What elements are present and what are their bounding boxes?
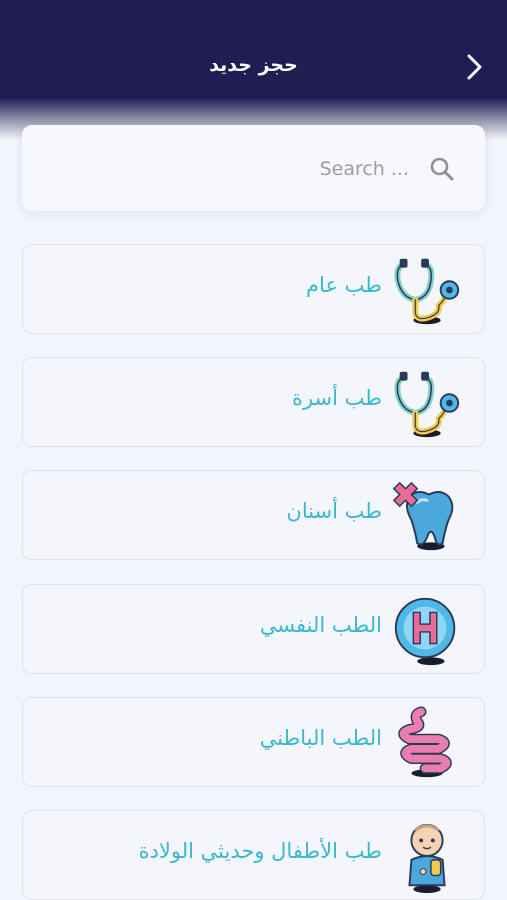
specialty-card-psychiatry[interactable]: الطب النفسي — [22, 584, 485, 674]
app-header: حجز جديد — [0, 0, 507, 140]
specialty-label: الطب النفسي — [259, 613, 382, 637]
specialty-label: طب أسرة — [291, 386, 382, 410]
hospital-h-icon — [388, 591, 466, 669]
specialty-card-pediatrics[interactable]: طب الأطفال وحديثي الولادة — [22, 810, 485, 900]
specialty-card-general-medicine[interactable]: طب عام — [22, 244, 485, 334]
chevron-right-icon — [467, 54, 482, 80]
specialty-card-internal-medicine[interactable]: الطب الباطني — [22, 697, 485, 787]
stethoscope-icon — [388, 364, 466, 442]
specialty-card-dentistry[interactable]: طب أسنان — [22, 470, 485, 560]
back-button[interactable] — [461, 52, 487, 82]
intestine-icon — [388, 704, 466, 782]
search-icon[interactable] — [429, 156, 455, 182]
specialty-label: الطب الباطني — [259, 726, 382, 750]
search-input[interactable] — [77, 153, 411, 185]
search-bar — [22, 125, 485, 211]
specialty-label: طب الأطفال وحديثي الولادة — [138, 839, 382, 863]
specialty-label: طب عام — [306, 273, 382, 297]
page-title: حجز جديد — [209, 54, 298, 76]
tooth-icon — [388, 477, 466, 555]
specialty-card-family-medicine[interactable]: طب أسرة — [22, 357, 485, 447]
stethoscope-icon — [388, 251, 466, 329]
specialty-label: طب أسنان — [286, 499, 382, 523]
baby-icon — [388, 817, 466, 895]
